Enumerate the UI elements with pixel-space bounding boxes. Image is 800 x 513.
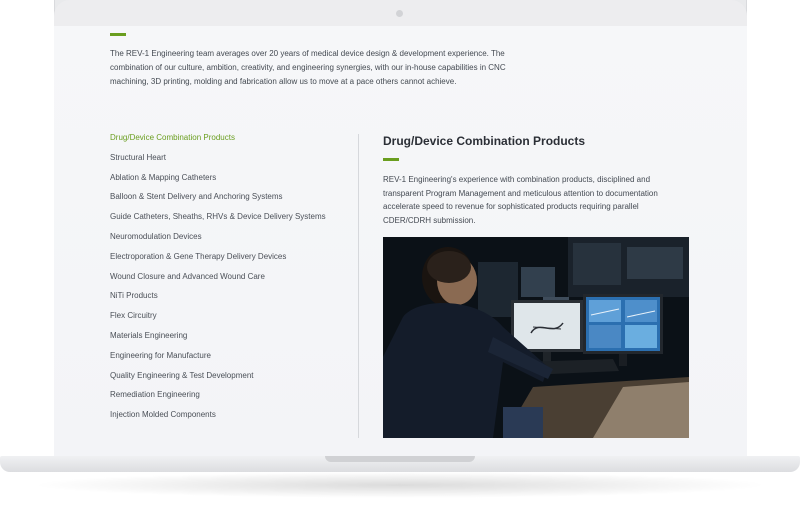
sidebar-item[interactable]: Electroporation & Gene Therapy Delivery … xyxy=(110,250,350,270)
sidebar-item[interactable]: Materials Engineering xyxy=(110,329,350,349)
laptop-shadow xyxy=(30,472,770,498)
section-body: REV-1 Engineering's experience with comb… xyxy=(383,175,658,225)
column-divider xyxy=(358,134,359,438)
laptop-screen: The REV-1 Engineering team averages over… xyxy=(54,26,747,456)
sidebar-item[interactable]: Neuromodulation Devices xyxy=(110,230,350,250)
sidebar-item[interactable]: Quality Engineering & Test Development xyxy=(110,369,350,389)
sidebar-item[interactable]: Remediation Engineering xyxy=(110,388,350,408)
sidebar-item[interactable]: Structural Heart xyxy=(110,151,350,171)
engineer-at-workstation-image xyxy=(383,237,689,438)
section-title: Drug/Device Combination Products xyxy=(383,134,586,148)
laptop-base-notch xyxy=(325,456,475,462)
sidebar-item[interactable]: Injection Molded Components xyxy=(110,408,350,428)
sidebar-item[interactable]: Flex Circuitry xyxy=(110,309,350,329)
accent-bar xyxy=(110,33,126,36)
engineer-photo xyxy=(383,237,689,438)
camera-icon xyxy=(396,10,403,17)
sidebar-item[interactable]: Ablation & Mapping Catheters xyxy=(110,171,350,191)
sidebar-item[interactable]: Balloon & Stent Delivery and Anchoring S… xyxy=(110,190,350,210)
sidebar-item[interactable]: Drug/Device Combination Products xyxy=(110,131,350,151)
sidebar-item[interactable]: Guide Catheters, Sheaths, RHVs & Device … xyxy=(110,210,350,230)
title-accent-bar xyxy=(383,158,399,161)
sidebar-item[interactable]: NiTi Products xyxy=(110,289,350,309)
sidebar-item[interactable]: Wound Closure and Advanced Wound Care xyxy=(110,270,350,290)
intro-paragraph: The REV-1 Engineering team averages over… xyxy=(110,49,506,86)
capabilities-nav: Drug/Device Combination Products Structur… xyxy=(110,131,350,428)
sidebar-item[interactable]: Engineering for Manufacture xyxy=(110,349,350,369)
